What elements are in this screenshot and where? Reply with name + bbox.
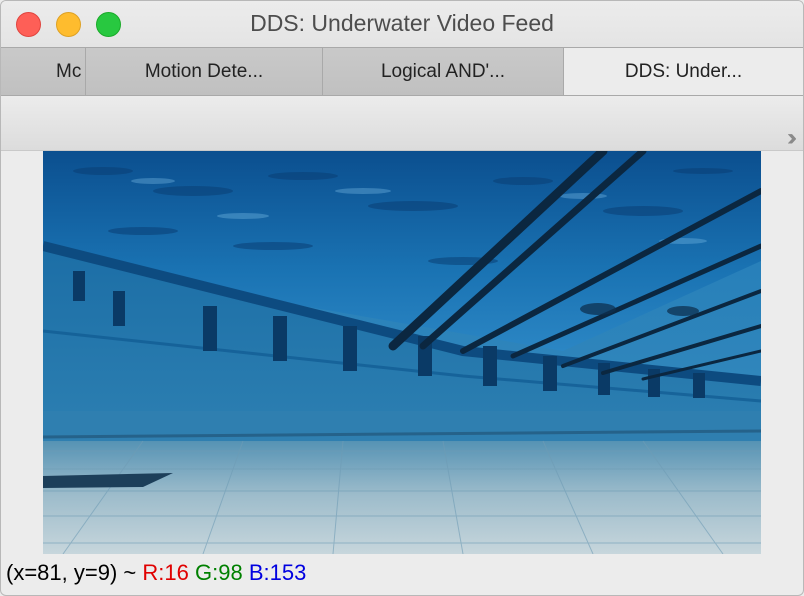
double-chevron-right-icon[interactable]: ››	[787, 124, 797, 152]
tab-motion-detection[interactable]: Motion Dete...	[85, 48, 322, 95]
tab-dds-underwater[interactable]: DDS: Under...	[563, 48, 803, 95]
cursor-coordinates: (x=81, y=9) ~	[6, 560, 137, 585]
tab-logical-and[interactable]: Logical AND'...	[322, 48, 563, 95]
video-frame[interactable]	[43, 151, 761, 554]
toolbar: ››	[1, 96, 803, 151]
tab-mc[interactable]: Mc	[1, 48, 89, 95]
green-value: G:98	[194, 560, 243, 585]
app-window: DDS: Underwater Video Feed Mc Motion Det…	[0, 0, 804, 596]
tab-bar: Mc Motion Dete... Logical AND'... DDS: U…	[1, 47, 803, 96]
title-bar[interactable]: DDS: Underwater Video Feed	[1, 1, 803, 47]
pixel-info-readout: (x=81, y=9) ~ R:16 G:98 B:153	[6, 560, 306, 586]
window-title: DDS: Underwater Video Feed	[250, 10, 554, 36]
blue-value: B:153	[248, 560, 307, 585]
red-value: R:16	[142, 560, 189, 585]
underwater-pool-image	[43, 151, 761, 554]
